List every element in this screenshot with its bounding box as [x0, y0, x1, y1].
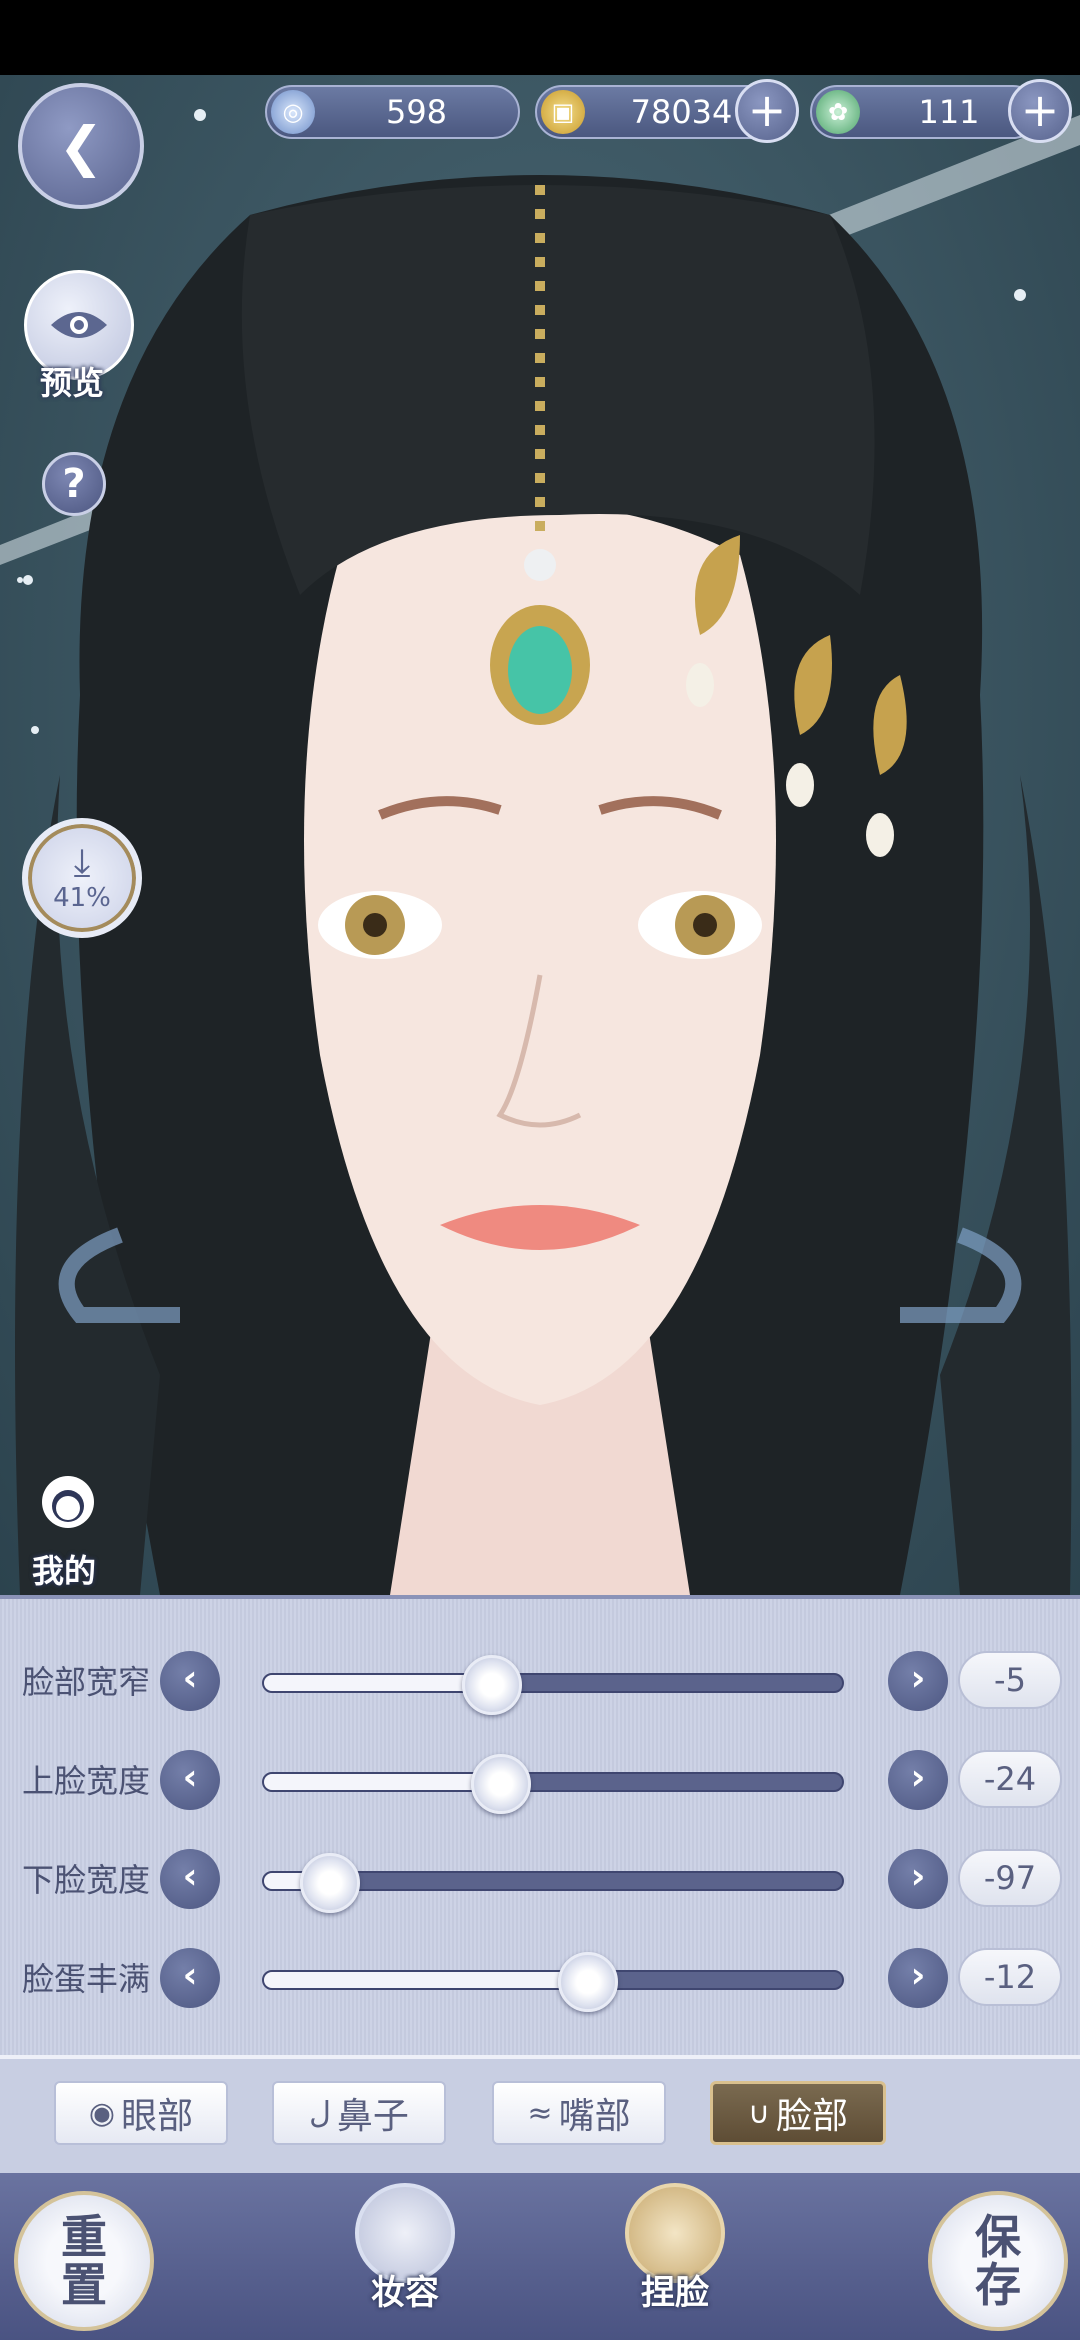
slider-label: 上脸宽度: [22, 1762, 151, 1800]
slider-label: 脸部宽窄: [22, 1663, 151, 1701]
slider-label: 下脸宽度: [22, 1861, 151, 1899]
slider-track[interactable]: [262, 1853, 844, 1913]
tab-mouth[interactable]: ≈ 嘴部: [492, 2081, 666, 2145]
decrease-button[interactable]: ‹: [160, 1750, 220, 1810]
mouth-icon: ≈: [527, 2095, 553, 2131]
slider-knob[interactable]: [462, 1655, 523, 1715]
my-presets-button[interactable]: [30, 1472, 106, 1548]
face-icon: ∪: [748, 2095, 770, 2131]
tab-label: 脸部: [775, 2096, 848, 2137]
save-label: 保 存: [975, 2209, 1021, 2312]
help-icon: ?: [62, 461, 86, 507]
butterfly-back-icon: ❮: [58, 114, 104, 178]
decrease-button[interactable]: ‹: [160, 1849, 220, 1909]
increase-button[interactable]: ›: [888, 1948, 948, 2008]
tab-nose[interactable]: ل 鼻子: [272, 2081, 446, 2145]
decrease-button[interactable]: ‹: [160, 1948, 220, 2008]
slider-track[interactable]: [262, 1655, 844, 1715]
status-bar: [0, 0, 1080, 75]
token-counter: ✿ 111: [810, 85, 1040, 139]
jade-counter: ◎ 598: [265, 85, 520, 139]
increase-button[interactable]: ›: [888, 1651, 948, 1711]
reset-label: 重 置: [61, 2209, 107, 2312]
download-icon: ⤓: [73, 840, 91, 884]
slider-row-cheek-fullness: 脸蛋丰满 ‹ › -12: [0, 1938, 1080, 2018]
my-label: 我的: [32, 1552, 97, 1590]
face-sculpt-button[interactable]: 捏脸: [620, 2183, 730, 2333]
increase-button[interactable]: ›: [888, 1750, 948, 1810]
jade-icon: ◎: [271, 90, 315, 134]
makeup-button[interactable]: 妆容: [350, 2183, 460, 2333]
slider-row-lower-face-width: 下脸宽度 ‹ › -97: [0, 1839, 1080, 1919]
nose-icon: ل: [309, 2095, 331, 2131]
eye-icon: ◉: [88, 2095, 116, 2131]
reset-button[interactable]: 重 置: [14, 2191, 154, 2331]
help-button[interactable]: ?: [42, 452, 106, 516]
slider-knob[interactable]: [300, 1853, 361, 1913]
slider-value: -97: [958, 1849, 1062, 1907]
tab-label: 眼部: [121, 2096, 194, 2137]
back-button[interactable]: ❮: [18, 83, 144, 209]
decrease-button[interactable]: ‹: [160, 1651, 220, 1711]
tab-label: 嘴部: [558, 2096, 631, 2137]
slider-track[interactable]: [262, 1754, 844, 1814]
add-coin-button[interactable]: +: [735, 79, 799, 143]
character-preview[interactable]: ◎ 598 ▣ 78034 + ✿ 111 +: [0, 75, 1080, 1595]
download-progress-button[interactable]: ⤓ 41%: [22, 818, 142, 938]
slider-knob[interactable]: [470, 1754, 531, 1814]
slider-value: -12: [958, 1948, 1062, 2006]
download-percent: 41%: [53, 883, 111, 913]
green-token-icon: ✿: [816, 90, 860, 134]
slider-track[interactable]: [262, 1952, 844, 2012]
slider-row-face-width: 脸部宽窄 ‹ › -5: [0, 1641, 1080, 1721]
tab-eyes[interactable]: ◉ 眼部: [54, 2081, 228, 2145]
preview-label: 预览: [40, 364, 105, 402]
slider-value: -5: [958, 1651, 1062, 1709]
face-sculpt-label: 捏脸: [641, 2273, 709, 2313]
slider-value: -24: [958, 1750, 1062, 1808]
increase-button[interactable]: ›: [888, 1849, 948, 1909]
add-token-button[interactable]: +: [1008, 79, 1072, 143]
makeup-label: 妆容: [371, 2273, 439, 2313]
save-button[interactable]: 保 存: [928, 2191, 1068, 2331]
slider-knob[interactable]: [557, 1952, 618, 2012]
eye-icon: [51, 312, 107, 338]
bottom-bar: 重 置 妆容 捏脸 保 存: [0, 2173, 1080, 2340]
woman-portrait-icon: [42, 1476, 94, 1528]
feature-tab-bar: ◉ 眼部 ل 鼻子 ≈ 嘴部 ∪ 脸部: [0, 2055, 1080, 2173]
slider-label: 脸蛋丰满: [22, 1960, 151, 1998]
face-slider-panel: 脸部宽窄 ‹ › -5 上脸宽度 ‹ › -24 下脸宽度 ‹ › -97 脸蛋…: [0, 1595, 1080, 2055]
character-illustration: [0, 109, 1080, 1595]
tab-face[interactable]: ∪ 脸部: [710, 2081, 886, 2145]
tab-label: 鼻子: [336, 2096, 409, 2137]
slider-row-upper-face-width: 上脸宽度 ‹ › -24: [0, 1740, 1080, 1820]
jade-value: 598: [385, 93, 448, 131]
copper-coin-icon: ▣: [541, 90, 585, 134]
